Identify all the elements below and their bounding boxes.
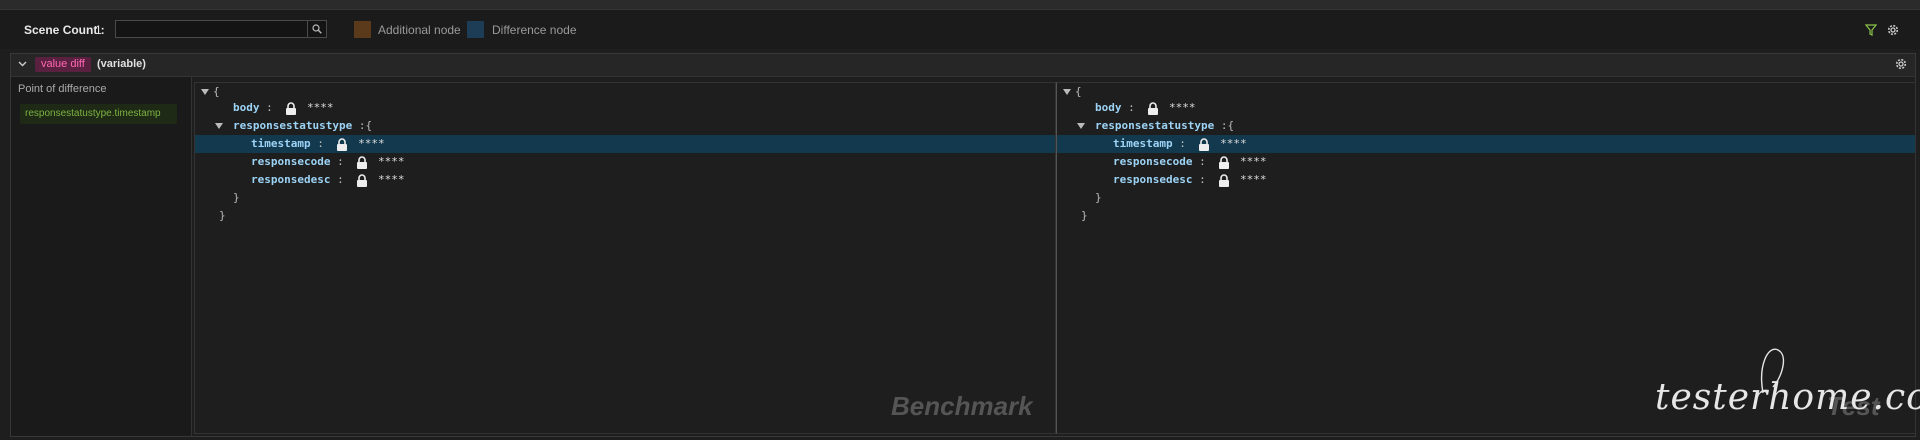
benchmark-watermark: Benchmark: [891, 391, 1033, 421]
key-timestamp: timestamp: [1113, 137, 1173, 150]
scene-count-label: Scene Count :: [24, 23, 105, 37]
separator: :: [317, 137, 324, 150]
key-timestamp: timestamp: [251, 137, 311, 150]
separator: :: [1179, 137, 1186, 150]
key-responsedesc: responsedesc: [1113, 173, 1193, 186]
lock-icon: [1199, 137, 1210, 151]
separator: :: [337, 173, 344, 186]
key-responsestatustype: responsestatustype: [233, 119, 353, 132]
filter-icon[interactable]: [1865, 24, 1877, 36]
scene-count-value: 1: [95, 23, 102, 37]
brace-open: {: [1227, 119, 1235, 132]
masked-value: ****: [1169, 101, 1196, 114]
gear-icon[interactable]: [1887, 24, 1899, 36]
panel-gear-icon[interactable]: [1895, 58, 1907, 70]
masked-value: ****: [1239, 173, 1267, 186]
tree-row-responsestatustype: responsestatustype :{: [1057, 117, 1915, 135]
tree-row-close-inner: }: [1057, 189, 1915, 207]
brace-open: {: [365, 119, 373, 132]
separator: :: [1199, 155, 1206, 168]
masked-value: ****: [377, 173, 405, 186]
additional-node-swatch: [354, 21, 371, 38]
lock-icon: [337, 137, 348, 151]
tree-row-close-root: }: [1057, 207, 1915, 225]
lock-icon: [286, 101, 297, 115]
masked-value: ****: [1239, 155, 1267, 168]
tree-row-timestamp[interactable]: timestamp : ****: [195, 135, 1055, 153]
tree-row-responsedesc: responsedesc : ****: [1057, 171, 1915, 189]
chevron-down-icon[interactable]: [18, 61, 27, 67]
difference-node-label: Difference node: [492, 23, 577, 37]
expand-triangle-icon[interactable]: [201, 89, 209, 95]
search-input[interactable]: [116, 21, 306, 37]
brace-close: }: [1095, 191, 1102, 204]
key-responsedesc: responsedesc: [251, 173, 331, 186]
masked-value: ****: [1220, 137, 1247, 150]
difference-sidebar: Point of difference responsestatustype.t…: [11, 77, 192, 436]
additional-node-label: Additional node: [378, 23, 461, 37]
tree-row-close-inner: }: [195, 189, 1055, 207]
key-body: body: [233, 101, 260, 114]
diff-panel: value diff (variable) Point of differenc…: [10, 53, 1916, 437]
tree-row-timestamp[interactable]: timestamp : ****: [1057, 135, 1915, 153]
masked-value: ****: [358, 137, 385, 150]
key-body: body: [1095, 101, 1122, 114]
tree-row-body: body : ****: [195, 99, 1055, 117]
logo-text: testerhome.com: [1655, 377, 1920, 418]
key-responsestatustype: responsestatustype: [1095, 119, 1215, 132]
search-box[interactable]: [115, 20, 327, 38]
lock-icon: [1148, 101, 1159, 115]
lock-icon: [1219, 155, 1230, 169]
separator: :: [337, 155, 344, 168]
benchmark-pane: { body : **** responsestatustype :{ time…: [194, 82, 1056, 434]
expand-triangle-icon[interactable]: [1063, 89, 1071, 95]
brace-close: }: [233, 191, 240, 204]
lock-icon: [1219, 173, 1230, 187]
testerhome-logo: testerhome.com: [1655, 345, 1920, 425]
toolbar: Scene Count : 1 Additional node Differen…: [0, 10, 1920, 49]
key-responsecode: responsecode: [251, 155, 331, 168]
search-button[interactable]: [307, 21, 326, 37]
top-strip: [0, 0, 1920, 10]
difference-item[interactable]: responsestatustype.timestamp: [20, 104, 177, 124]
tree-row-responsestatustype: responsestatustype :{: [195, 117, 1055, 135]
expand-triangle-icon[interactable]: [1077, 123, 1085, 129]
tree-row-responsedesc: responsedesc : ****: [195, 171, 1055, 189]
search-icon: [312, 24, 322, 34]
expand-triangle-icon[interactable]: [215, 123, 223, 129]
tree-row-responsecode: responsecode : ****: [1057, 153, 1915, 171]
masked-value: ****: [307, 101, 334, 114]
variable-label: (variable): [97, 58, 146, 70]
brace-close: }: [1081, 209, 1088, 222]
value-diff-tag: value diff: [35, 57, 91, 72]
difference-node-swatch: [467, 21, 484, 38]
key-responsecode: responsecode: [1113, 155, 1193, 168]
lock-icon: [357, 173, 368, 187]
point-of-difference-title: Point of difference: [18, 83, 107, 95]
separator: :: [1128, 101, 1135, 114]
brace-close: }: [219, 209, 226, 222]
lock-icon: [357, 155, 368, 169]
separator: :: [266, 101, 273, 114]
masked-value: ****: [377, 155, 405, 168]
panel-header[interactable]: value diff (variable): [11, 54, 1915, 77]
tree-row-body: body : ****: [1057, 99, 1915, 117]
tree-row-responsecode: responsecode : ****: [195, 153, 1055, 171]
separator: :: [1199, 173, 1206, 186]
tree-row-close-root: }: [195, 207, 1055, 225]
